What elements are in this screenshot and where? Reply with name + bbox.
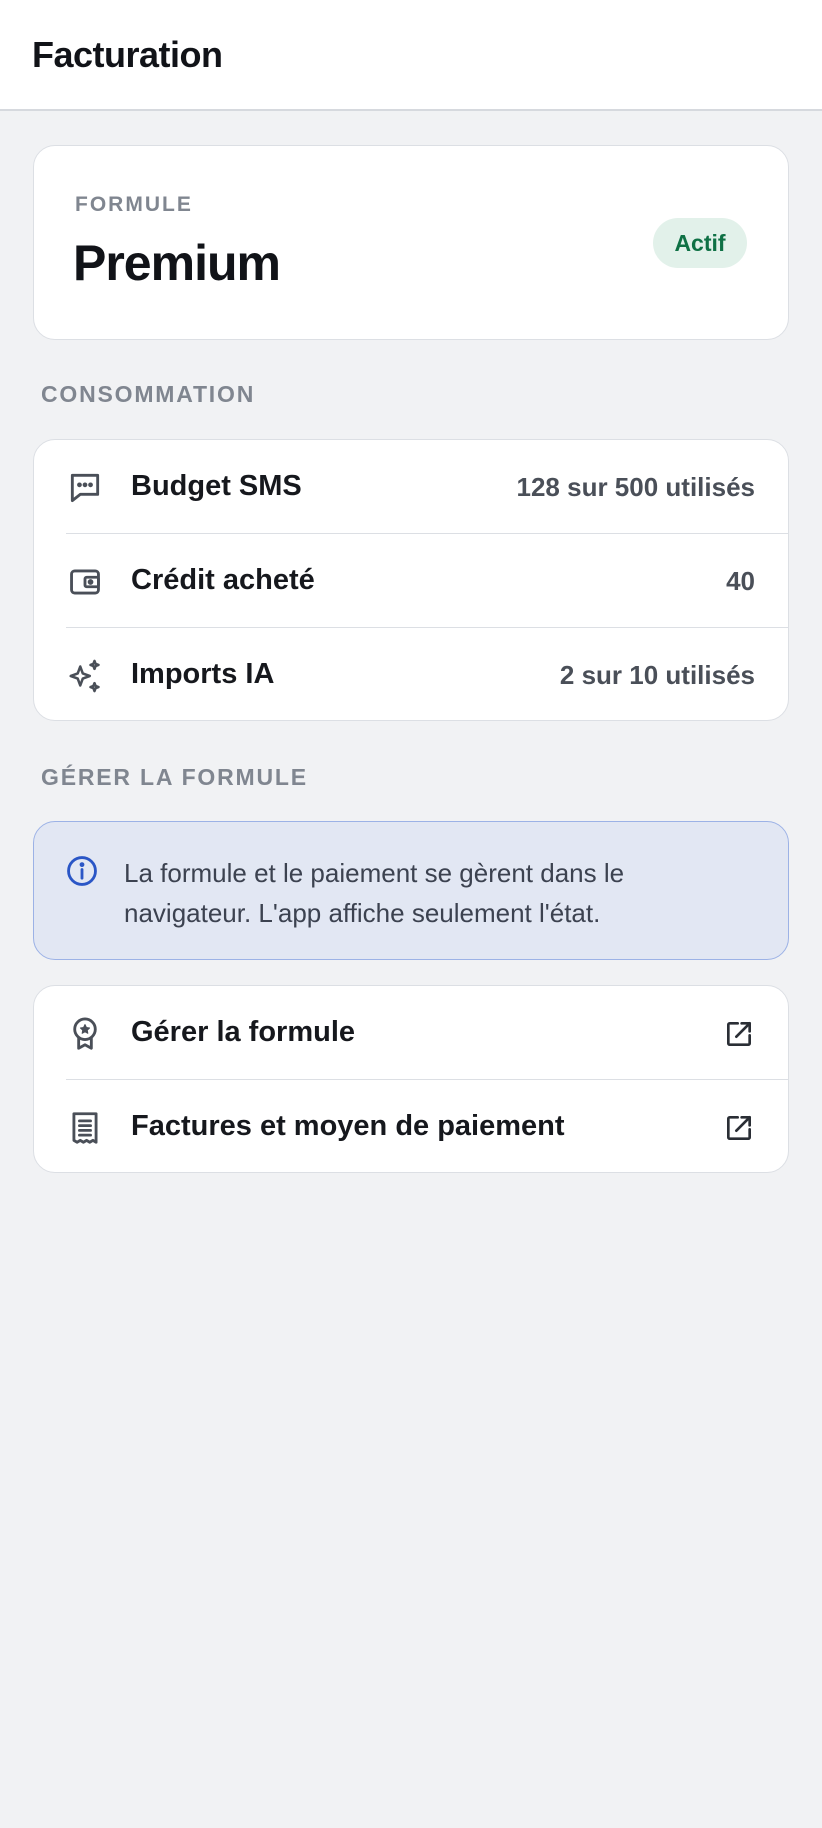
- usage-row-value: 128 sur 500 utilisés: [516, 472, 755, 502]
- usage-row-value: 2 sur 10 utilisés: [559, 660, 755, 690]
- invoices-payment-link[interactable]: Factures et moyen de paiement: [34, 1080, 788, 1174]
- manage-plan-label: Gérer la formule: [131, 1016, 356, 1048]
- usage-row-value: 40: [726, 566, 755, 596]
- usage-row-sms: Budget SMS 128 sur 500 utilisés: [34, 440, 788, 534]
- usage-row-label: Budget SMS: [131, 470, 302, 502]
- usage-row-label: Imports IA: [131, 658, 275, 690]
- status-badge: Actif: [653, 218, 747, 268]
- receipt-icon: [66, 1109, 104, 1147]
- invoices-payment-label: Factures et moyen de paiement: [131, 1110, 565, 1142]
- manage-section-label: GÉRER LA FORMULE: [41, 764, 308, 790]
- usage-card: Budget SMS 128 sur 500 utilisés Crédit a…: [33, 439, 789, 721]
- plan-eyebrow: FORMULE: [75, 193, 193, 216]
- page-title: Facturation: [32, 34, 223, 75]
- usage-row-label: Crédit acheté: [131, 564, 315, 596]
- message-icon: [66, 469, 104, 507]
- wallet-icon: [66, 563, 104, 601]
- manage-plan-link[interactable]: Gérer la formule: [34, 986, 788, 1080]
- external-link-icon: [723, 1018, 755, 1050]
- sparkles-icon: [66, 657, 104, 695]
- info-text: La formule et le paiement se gèrent dans…: [124, 858, 625, 928]
- external-link-icon: [723, 1112, 755, 1144]
- plan-name: Premium: [73, 235, 281, 291]
- usage-row-imports: Imports IA 2 sur 10 utilisés: [34, 628, 788, 722]
- manage-card: Gérer la formule Factures et moyen de pa…: [33, 985, 789, 1173]
- app-header: Facturation: [0, 0, 822, 111]
- award-icon: [66, 1015, 104, 1053]
- usage-row-credit: Crédit acheté 40: [34, 534, 788, 628]
- plan-card: FORMULE Premium Actif: [33, 145, 789, 340]
- info-icon: [65, 854, 99, 888]
- usage-section-label: CONSOMMATION: [41, 381, 256, 407]
- info-banner: La formule et le paiement se gèrent dans…: [33, 821, 789, 960]
